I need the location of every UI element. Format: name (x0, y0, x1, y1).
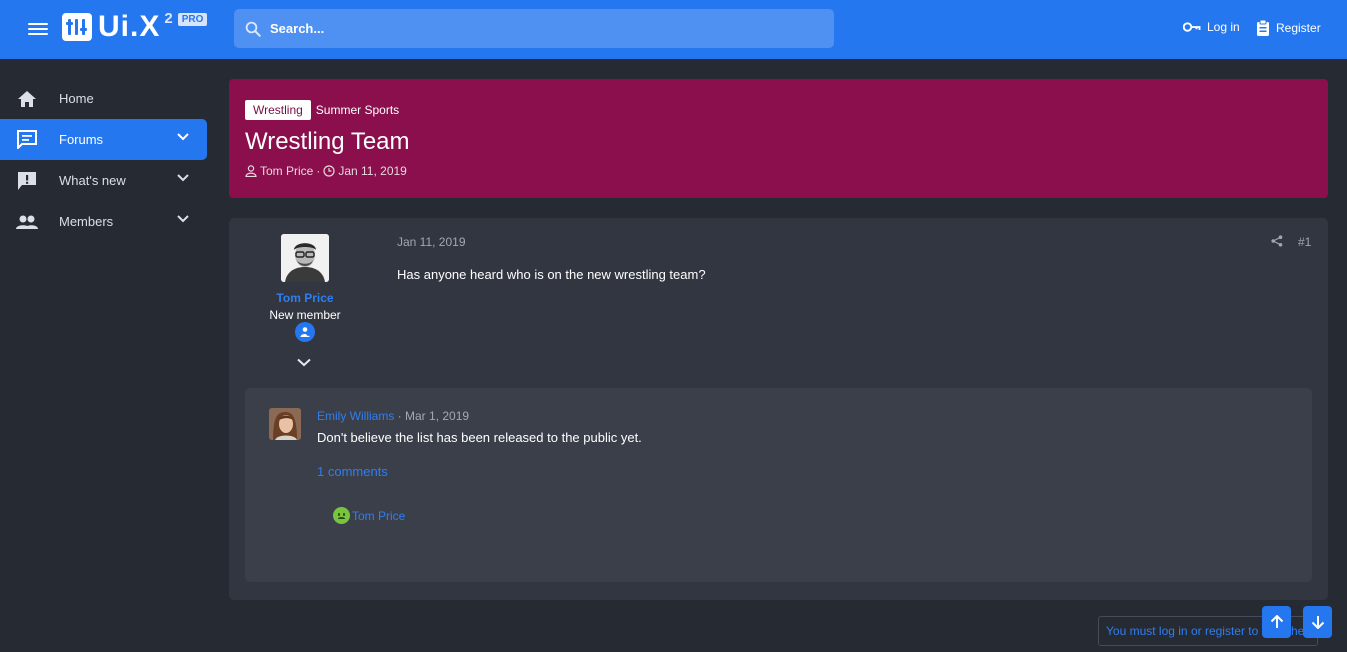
member-badge-icon (295, 322, 315, 342)
arrow-up-icon (1270, 615, 1283, 628)
sidebar-item-members[interactable]: Members (0, 201, 207, 242)
site-logo[interactable]: Ui.X 2 PRO (62, 10, 208, 43)
sidebar-item-label: Forums (59, 132, 104, 147)
reaction-summary[interactable]: Tom Price (333, 507, 405, 524)
comment-author[interactable]: Emily Williams (317, 409, 394, 423)
sidebar-item-label: Home (59, 91, 94, 106)
logo-mark-icon (62, 13, 92, 41)
menu-icon[interactable] (28, 20, 48, 38)
thread-header: Wrestling Summer Sports Wrestling Team T… (229, 79, 1328, 198)
comment-header: Emily Williams · Mar 1, 2019 (317, 409, 469, 423)
post-author-title: New member (269, 308, 341, 322)
key-icon (1183, 22, 1201, 32)
frown-emoji-icon (333, 507, 350, 524)
meta-separator: · (316, 164, 321, 178)
alert-icon (16, 170, 38, 192)
clipboard-icon (1257, 20, 1269, 36)
scroll-bottom-button[interactable] (1303, 606, 1332, 638)
sidebar-nav: Home Forums What's new Members (0, 78, 207, 242)
thread-meta: Tom Price · Jan 11, 2019 (245, 164, 1312, 178)
sidebar-item-label: What's new (59, 173, 126, 188)
thread-author[interactable]: Tom Price (260, 164, 313, 178)
sidebar-item-label: Members (59, 214, 114, 229)
chevron-down-icon[interactable] (297, 354, 311, 372)
post-comment: Emily Williams · Mar 1, 2019 Don't belie… (245, 388, 1312, 582)
search-bar[interactable] (234, 9, 834, 48)
avatar[interactable] (269, 408, 301, 440)
search-input[interactable] (270, 21, 810, 36)
comment-body: Don't believe the list has been released… (317, 430, 642, 445)
logo-version: 2 (164, 10, 173, 27)
logo-text: Ui.X (98, 10, 161, 43)
sidebar-item-home[interactable]: Home (0, 78, 207, 119)
sidebar-item-forums[interactable]: Forums (0, 119, 207, 160)
post-number-link[interactable]: #1 (1298, 235, 1311, 249)
register-link[interactable]: Register (1256, 20, 1321, 36)
scroll-top-button[interactable] (1262, 606, 1291, 638)
comments-link[interactable]: 1 comments (317, 464, 388, 479)
page-title: Wrestling Team (245, 128, 410, 155)
clock-icon (323, 165, 335, 177)
thread-subtitle: Summer Sports (315, 103, 400, 117)
home-icon (16, 88, 38, 110)
post-date[interactable]: Jan 11, 2019 (397, 235, 466, 249)
members-icon (16, 211, 38, 233)
thread-date[interactable]: Jan 11, 2019 (338, 164, 407, 178)
chevron-down-icon[interactable] (177, 133, 189, 141)
top-navbar: Ui.X 2 PRO Log in Register (0, 0, 1347, 59)
register-label: Register (1276, 21, 1321, 35)
forum-icon (16, 129, 38, 151)
sidebar-item-whats-new[interactable]: What's new (0, 160, 207, 201)
comment-date[interactable]: Mar 1, 2019 (405, 409, 469, 423)
reaction-user[interactable]: Tom Price (352, 509, 405, 523)
chevron-down-icon[interactable] (177, 174, 189, 182)
search-icon (245, 21, 261, 37)
avatar[interactable] (281, 234, 329, 282)
login-label: Log in (1207, 20, 1240, 34)
meta-separator: · (397, 409, 402, 423)
share-icon[interactable] (1271, 234, 1283, 252)
post: Tom Price New member Jan 11, 2019 #1 Has… (229, 218, 1328, 600)
post-author-name[interactable]: Tom Price (229, 291, 381, 305)
user-icon (245, 165, 257, 177)
post-body: Has anyone heard who is on the new wrest… (397, 267, 706, 282)
logo-pro-badge: PRO (177, 13, 208, 26)
arrow-down-icon (1311, 616, 1324, 629)
chevron-down-icon[interactable] (177, 215, 189, 223)
thread-prefix-label[interactable]: Wrestling (245, 100, 311, 120)
login-link[interactable]: Log in (1183, 20, 1240, 34)
